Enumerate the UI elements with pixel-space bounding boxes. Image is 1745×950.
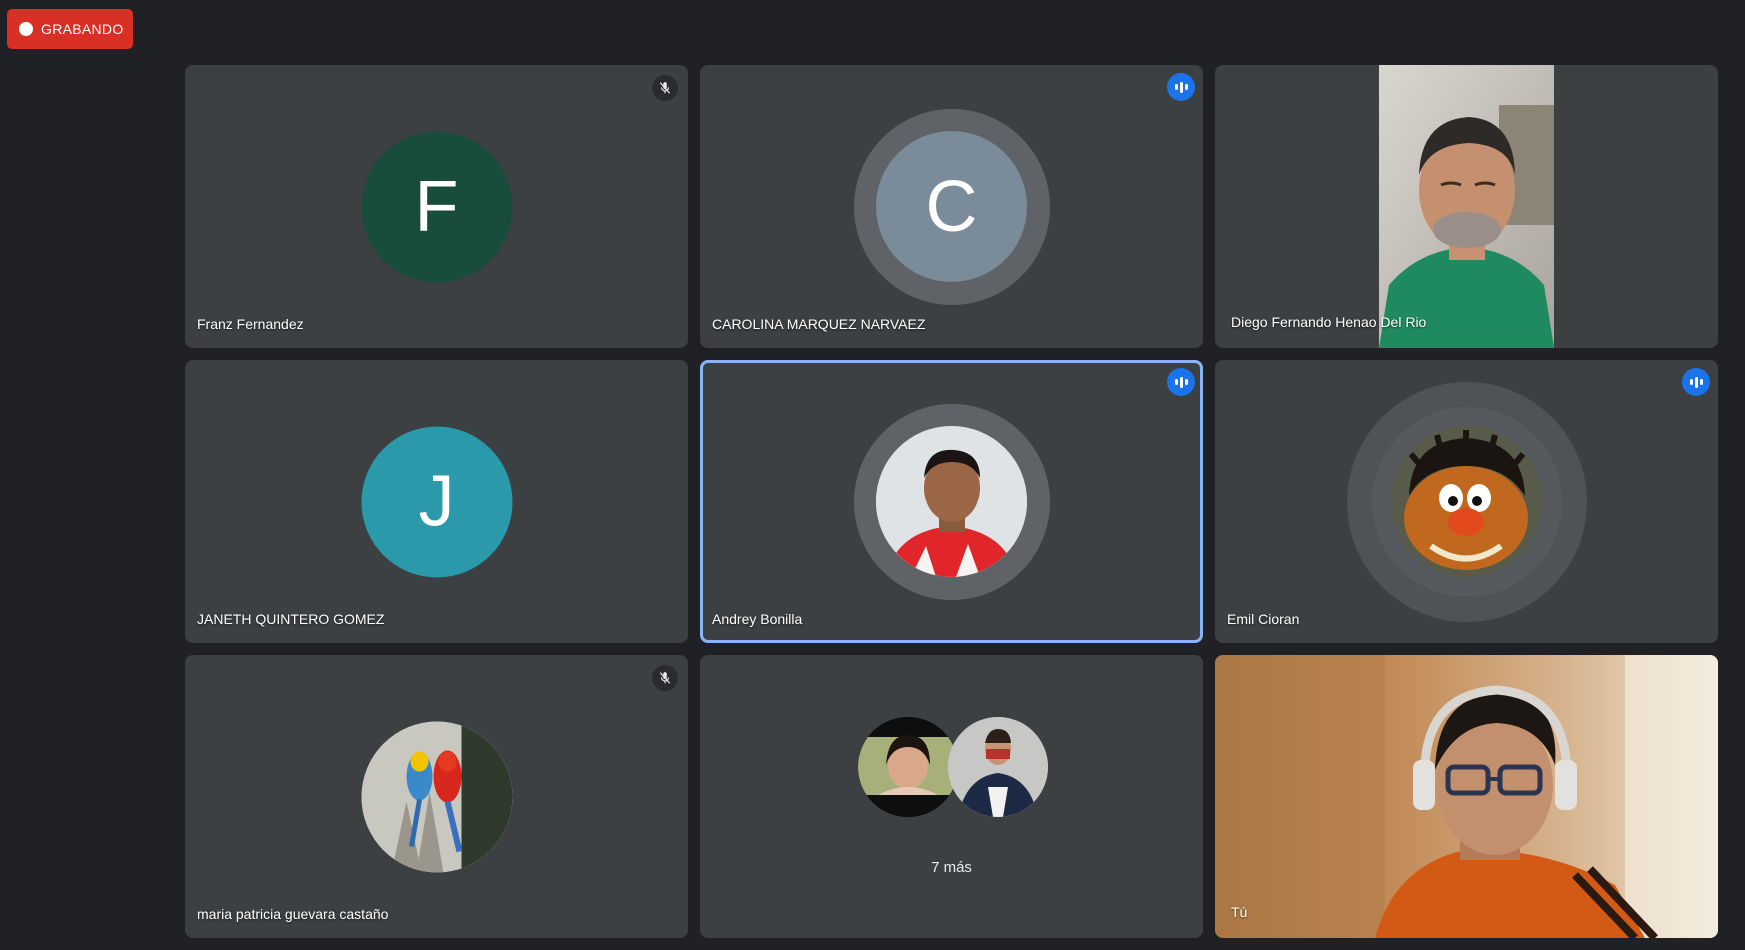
participant-name: maria patricia guevara castaño (197, 906, 389, 922)
participant-name: CAROLINA MARQUEZ NARVAEZ (712, 316, 926, 332)
participant-name: JANETH QUINTERO GOMEZ (197, 611, 385, 627)
recording-badge[interactable]: GRABANDO (7, 9, 133, 49)
more-participants-label: 7 más (931, 859, 972, 876)
more-participants-tile[interactable]: 7 más (700, 655, 1203, 938)
speaking-ring-inner (1371, 406, 1562, 597)
participant-name: Tú (1231, 904, 1248, 920)
speaking-ring: C (853, 108, 1050, 305)
recording-dot-icon (19, 22, 33, 36)
participant-tile[interactable]: Diego Fernando Henao Del Rio (1215, 65, 1718, 348)
participant-photo-avatar (361, 721, 512, 872)
participant-tile-active[interactable]: Andrey Bonilla (700, 360, 1203, 643)
participant-photo-avatar (858, 717, 958, 817)
participant-grid: F Franz Fernandez C CAROLINA MARQUEZ NAR… (185, 65, 1718, 938)
meeting-stage: GRABANDO F Franz Fernandez C CAROLINA MA… (0, 0, 1745, 950)
participant-photo-avatar (1391, 426, 1542, 577)
participant-name: Franz Fernandez (197, 316, 304, 332)
speaking-ring (853, 403, 1050, 600)
recording-label: GRABANDO (41, 21, 124, 37)
speaking-indicator-icon (1167, 368, 1195, 396)
participant-tile[interactable]: J JANETH QUINTERO GOMEZ (185, 360, 688, 643)
participant-tile[interactable]: maria patricia guevara castaño (185, 655, 688, 938)
participant-name: Emil Cioran (1227, 611, 1300, 627)
speaking-indicator-icon (1167, 73, 1195, 101)
participant-photo-avatar (876, 426, 1027, 577)
avatar-initial: F (414, 166, 459, 247)
self-video (1215, 655, 1718, 938)
participant-name: Andrey Bonilla (712, 611, 803, 627)
avatar-initial: J (418, 461, 455, 542)
participant-video (1379, 65, 1554, 348)
participant-tile[interactable]: C CAROLINA MARQUEZ NARVAEZ (700, 65, 1203, 348)
participant-name: Diego Fernando Henao Del Rio (1231, 314, 1427, 330)
speaking-indicator-icon (1682, 368, 1710, 396)
self-view-tile[interactable]: Tú (1215, 655, 1718, 938)
speaking-ring (1346, 381, 1587, 622)
mic-off-icon (652, 665, 678, 691)
mic-off-icon (652, 75, 678, 101)
participant-tile[interactable]: Emil Cioran (1215, 360, 1718, 643)
participant-photo-avatar (948, 717, 1048, 817)
participant-tile[interactable]: F Franz Fernandez (185, 65, 688, 348)
participant-avatar: C (876, 131, 1027, 282)
avatar-initial: C (925, 166, 978, 247)
participant-avatar: F (361, 131, 512, 282)
participant-avatar: J (361, 426, 512, 577)
